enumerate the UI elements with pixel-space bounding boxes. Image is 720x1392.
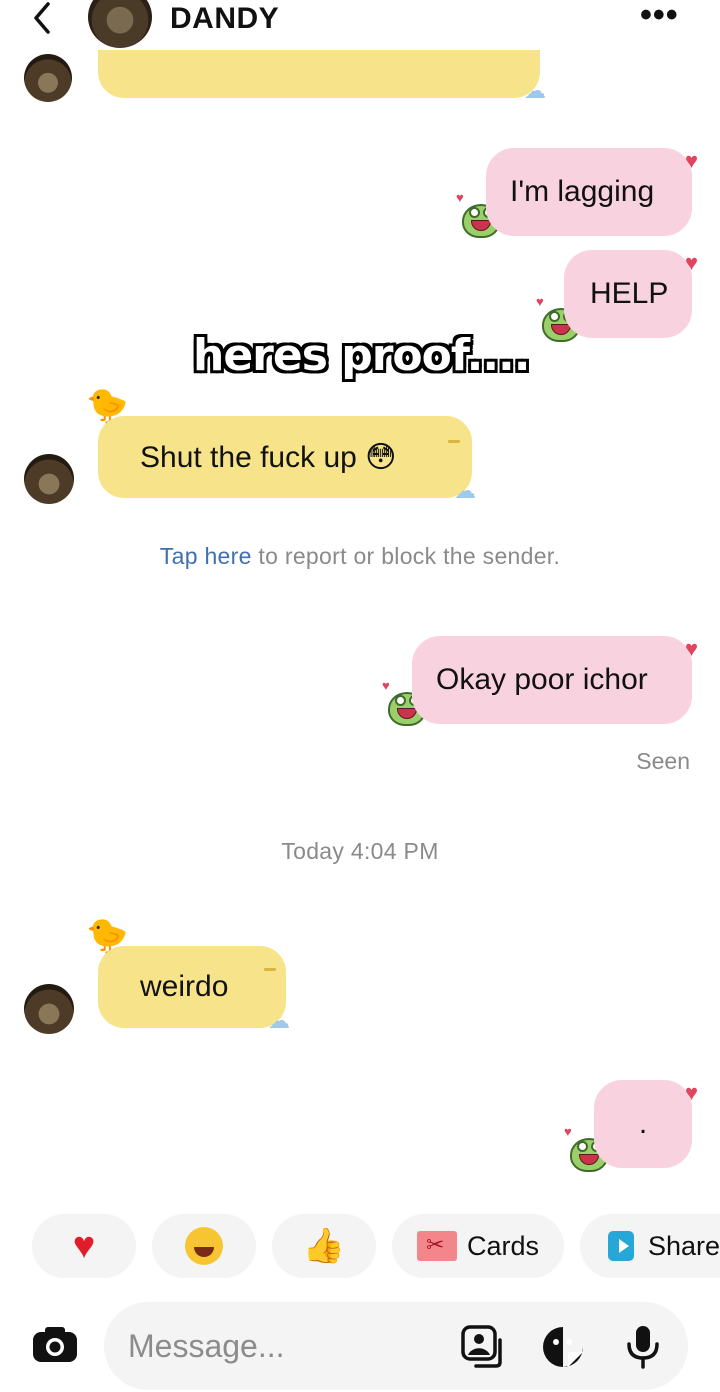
message-text: .	[638, 1107, 648, 1140]
sender-avatar[interactable]	[24, 454, 74, 504]
message-input[interactable]	[128, 1320, 448, 1372]
share-button[interactable]: Share	[580, 1214, 720, 1278]
thumbs-up-reaction-button[interactable]: 👍	[272, 1214, 376, 1278]
message-text: weirdo	[140, 970, 229, 1003]
tick-decoration	[264, 968, 276, 971]
share-icon	[608, 1231, 634, 1261]
more-options-icon[interactable]: •••	[640, 0, 679, 32]
seen-status: Seen	[636, 748, 690, 774]
camera-icon[interactable]	[30, 1325, 80, 1365]
cloud-decoration-icon: ☁	[268, 1008, 290, 1033]
message-text: Shut the fuck up 😳	[140, 440, 397, 474]
cloud-decoration-icon: ☁	[524, 78, 546, 103]
tap-here-link[interactable]: Tap here	[160, 543, 252, 569]
heart-emoji-icon: ♥	[72, 1224, 96, 1267]
contact-name[interactable]: DANDY	[170, 2, 279, 36]
thumbs-up-emoji-icon: 👍	[302, 1227, 346, 1265]
heart-corner-icon: ♥	[684, 148, 698, 173]
heart-corner-icon: ♥	[684, 250, 698, 275]
heart-corner-icon: ♥	[684, 636, 698, 661]
microphone-icon[interactable]	[620, 1324, 666, 1370]
cards-icon	[416, 1231, 457, 1261]
message-text: Okay poor ichor	[436, 663, 648, 696]
message-bubble-outgoing[interactable]: Okay poor ichor ♥	[412, 636, 698, 724]
contact-avatar[interactable]	[88, 0, 152, 48]
heart-corner-icon: ♥	[684, 1080, 698, 1105]
share-label: Share	[647, 1230, 720, 1261]
laughing-emoji-icon	[185, 1227, 223, 1265]
cards-button[interactable]: Cards	[392, 1214, 564, 1278]
message-bubble-incoming[interactable]: Shut the fuck up 😳 ☁	[98, 416, 476, 503]
quick-reactions-bar: ♥ 👍 Cards Share	[0, 1214, 720, 1278]
cloud-decoration-icon: ☁	[454, 478, 476, 503]
message-bubble-outgoing[interactable]: I'm lagging ♥	[486, 148, 698, 236]
laugh-reaction-button[interactable]	[152, 1214, 256, 1278]
message-bubble-outgoing[interactable]: HELP ♥	[564, 250, 698, 338]
heart-reaction-button[interactable]: ♥	[32, 1214, 136, 1278]
sender-avatar[interactable]	[24, 984, 74, 1034]
sticker-icon[interactable]	[540, 1324, 586, 1370]
cards-label: Cards	[466, 1230, 540, 1261]
message-bubble-incoming[interactable]: weirdo ☁	[98, 946, 290, 1033]
gallery-icon[interactable]	[460, 1324, 506, 1370]
chat-header: DANDY •••	[0, 0, 720, 50]
message-composer	[104, 1302, 688, 1390]
message-text: I'm lagging	[510, 175, 655, 208]
sender-avatar[interactable]	[24, 54, 72, 102]
tick-decoration	[448, 440, 460, 443]
report-notice-text: to report or block the sender.	[251, 543, 561, 569]
message-bubble-outgoing[interactable]: . ♥	[594, 1080, 698, 1168]
back-arrow-icon[interactable]	[26, 0, 62, 36]
report-notice: Tap here to report or block the sender.	[0, 543, 720, 570]
message-text: HELP	[590, 277, 669, 310]
timestamp-divider: Today 4:04 PM	[281, 838, 439, 864]
overlay-caption: heres proof....	[193, 330, 530, 381]
